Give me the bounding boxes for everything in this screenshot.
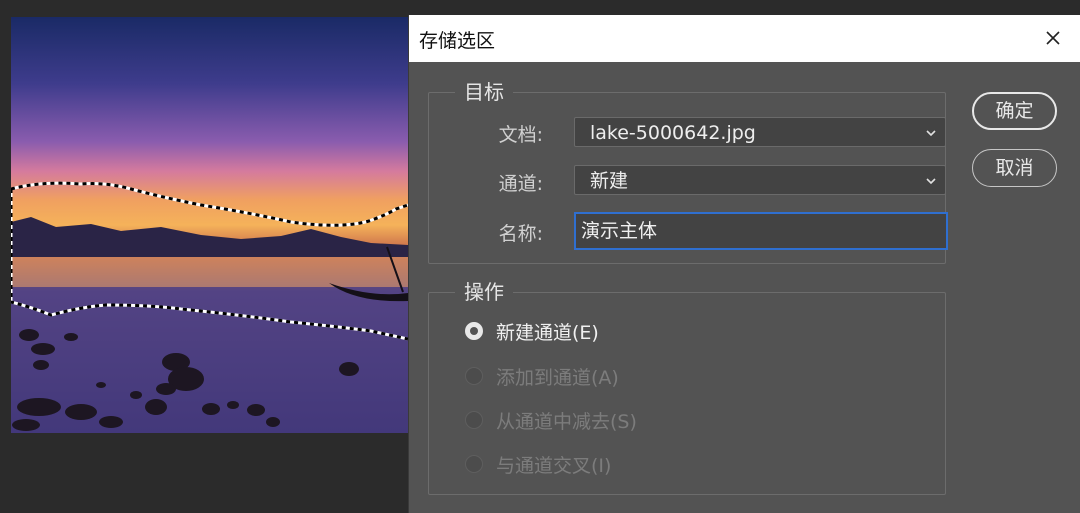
operation-group: 操作 新建通道(E) 添加到通道(A) 从通道中减去(S) 与通道交叉(I)	[428, 278, 946, 495]
lake-sunset-image	[11, 181, 408, 433]
save-selection-dialog: 存储选区 目标 文档: lake-5000642.jpg 通道: 新建 名称: …	[408, 15, 1080, 513]
ok-button[interactable]: 确定	[972, 92, 1057, 130]
cancel-button[interactable]: 取消	[972, 149, 1057, 187]
radio-add-to-channel[interactable]: 添加到通道(A)	[465, 361, 619, 391]
radio-label: 与通道交叉(I)	[496, 454, 612, 477]
radio-new-channel[interactable]: 新建通道(E)	[465, 316, 599, 346]
target-group: 目标 文档: lake-5000642.jpg 通道: 新建 名称: 演示主体	[428, 78, 948, 264]
target-legend: 目标	[455, 78, 513, 106]
dialog-titlebar[interactable]: 存储选区	[409, 15, 1080, 62]
document-label: 文档:	[498, 124, 543, 146]
radio-subtract-from-channel[interactable]: 从通道中减去(S)	[465, 405, 637, 435]
document-value: lake-5000642.jpg	[590, 122, 756, 144]
name-input[interactable]: 演示主体	[574, 212, 948, 250]
radio-label: 从通道中减去(S)	[496, 410, 637, 433]
radio-unselected-icon	[465, 367, 483, 385]
chevron-down-icon	[926, 178, 936, 185]
radio-label: 添加到通道(A)	[496, 366, 619, 389]
channel-select[interactable]: 新建	[574, 165, 946, 195]
operation-legend: 操作	[455, 278, 513, 306]
chevron-down-icon	[926, 130, 936, 137]
dialog-title: 存储选区	[419, 30, 496, 52]
radio-intersect-with-channel[interactable]: 与通道交叉(I)	[465, 449, 611, 479]
name-label: 名称:	[498, 223, 543, 245]
radio-selected-icon	[465, 322, 483, 340]
document-select[interactable]: lake-5000642.jpg	[574, 117, 946, 147]
mountains	[11, 217, 408, 257]
radio-label: 新建通道(E)	[496, 321, 599, 344]
image-canvas[interactable]	[11, 17, 408, 433]
channel-value: 新建	[590, 170, 629, 192]
water-reflection	[11, 257, 408, 287]
radio-unselected-icon	[465, 411, 483, 429]
selection-edge-top	[11, 181, 408, 227]
radio-unselected-icon	[465, 455, 483, 473]
channel-label: 通道:	[498, 173, 543, 195]
close-icon[interactable]	[1039, 24, 1067, 52]
selection-edge-top-dash	[11, 181, 408, 227]
